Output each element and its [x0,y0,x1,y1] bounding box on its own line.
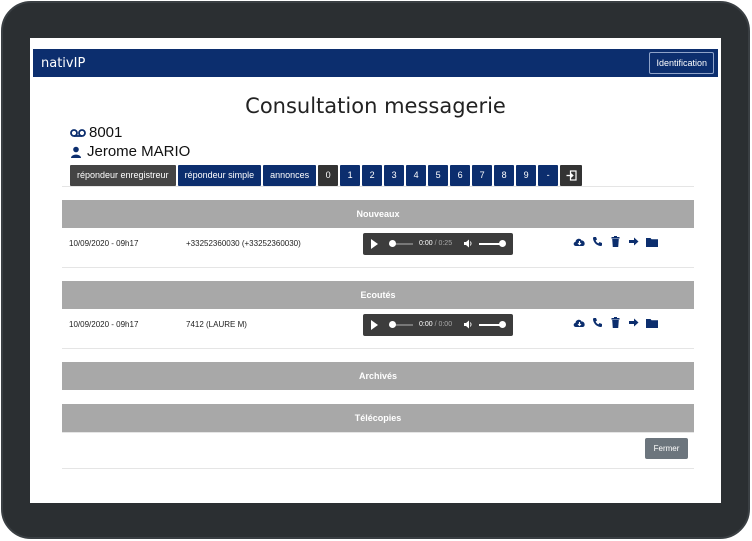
forward-arrow-icon[interactable] [627,317,640,328]
play-icon[interactable] [371,239,378,249]
screen: nativIP Identification Consultation mess… [30,38,721,503]
number-button-dash[interactable]: - [538,165,559,186]
time-readout: 0:00 / 0:00 [419,321,453,328]
tab-annonces[interactable]: annonces [263,165,317,186]
phone-icon[interactable] [591,317,604,328]
number-button-6[interactable]: 6 [450,165,471,186]
brand-logo[interactable]: nativIP [41,56,85,71]
message-date: 10/09/2020 - 09h17 [69,320,139,329]
time-current: 0:00 [419,240,433,247]
volume-handle[interactable] [499,321,506,328]
forward-arrow-icon[interactable] [627,236,640,247]
close-button[interactable]: Fermer [645,438,688,459]
time-current: 0:00 [419,321,433,328]
time-total: 0:25 [438,240,453,247]
trash-icon[interactable] [609,236,622,247]
number-button-2[interactable]: 2 [362,165,383,186]
volume-icon[interactable] [464,239,473,248]
phone-icon[interactable] [591,236,604,247]
number-button-9[interactable]: 9 [516,165,537,186]
extension-row: 8001 [70,124,122,141]
play-icon[interactable] [371,320,378,330]
number-button-0[interactable]: 0 [318,165,339,186]
divider [62,348,694,349]
trash-icon[interactable] [609,317,622,328]
voicemail-icon [70,128,86,137]
folder-icon[interactable] [645,317,658,328]
audio-player: 0:00 / 0:00 [363,314,513,336]
section-header-ecoutes[interactable]: Ecoutés [62,281,694,309]
table-row: 10/09/2020 - 09h17 7412 (LAURE M) 0:00 /… [62,309,694,349]
time-total: 0:00 [438,321,453,328]
divider [62,186,694,187]
number-button-8[interactable]: 8 [494,165,515,186]
divider [62,267,694,268]
section-header-nouveaux[interactable]: Nouveaux [62,200,694,228]
number-button-5[interactable]: 5 [428,165,449,186]
message-date: 10/09/2020 - 09h17 [69,239,139,248]
volume-icon[interactable] [464,320,473,329]
download-cloud-icon[interactable] [573,317,586,328]
user-name: Jerome MARIO [87,143,191,160]
extension-number: 8001 [89,124,123,141]
section-header-telecopies[interactable]: Télécopies [62,404,694,432]
number-button-3[interactable]: 3 [384,165,405,186]
download-cloud-icon[interactable] [573,236,586,247]
logout-button[interactable] [560,165,583,186]
message-actions [573,236,658,247]
folder-icon[interactable] [645,236,658,247]
message-actions [573,317,658,328]
tab-repondeur-enregistreur[interactable]: répondeur enregistreur [70,165,176,186]
number-button-4[interactable]: 4 [406,165,427,186]
section-header-archives[interactable]: Archivés [62,362,694,390]
divider [62,468,694,469]
seek-handle[interactable] [389,240,396,247]
seek-handle[interactable] [389,321,396,328]
top-navbar: nativIP Identification [33,49,718,77]
number-button-1[interactable]: 1 [340,165,361,186]
number-button-7[interactable]: 7 [472,165,493,186]
mode-tabs: répondeur enregistreur répondeur simple … [70,165,583,186]
sign-in-icon [566,170,577,181]
message-caller: 7412 (LAURE M) [186,320,247,329]
divider [62,432,694,433]
message-caller: +33252360030 (+33252360030) [186,239,301,248]
identification-button[interactable]: Identification [649,52,714,74]
audio-player: 0:00 / 0:25 [363,233,513,255]
page-title: Consultation messagerie [245,94,506,118]
user-icon [71,146,81,158]
tab-repondeur-simple[interactable]: répondeur simple [177,165,262,186]
user-row: Jerome MARIO [70,143,190,160]
volume-handle[interactable] [499,240,506,247]
table-row: 10/09/2020 - 09h17 +33252360030 (+332523… [62,228,694,268]
time-readout: 0:00 / 0:25 [419,240,453,247]
